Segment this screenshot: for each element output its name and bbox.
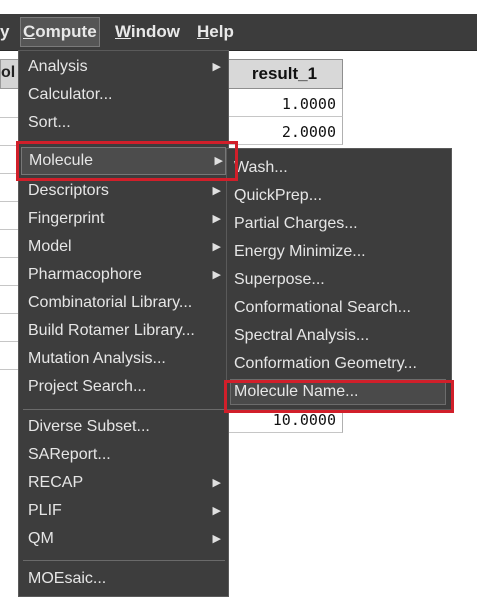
- menu-item-moesaic[interactable]: MOEsaic...: [28, 570, 223, 596]
- triangle-right-icon: ▶: [212, 477, 221, 489]
- triangle-right-icon: ▶: [212, 505, 221, 517]
- menu-help[interactable]: Help: [197, 22, 234, 42]
- menu-item-sareport[interactable]: SAReport...: [28, 446, 223, 472]
- triangle-right-icon: ▶: [212, 213, 221, 225]
- menu-item-descriptors[interactable]: Descriptors ▶: [28, 182, 223, 208]
- molecule-submenu: Wash... QuickPrep... Partial Charges... …: [226, 148, 452, 410]
- menu-separator: [23, 560, 225, 561]
- submenu-item-conformation-geometry[interactable]: Conformation Geometry...: [234, 355, 417, 373]
- menu-item-pharmacophore[interactable]: Pharmacophore ▶: [28, 266, 223, 292]
- menu-item-recap[interactable]: RECAP ▶: [28, 474, 223, 500]
- menu-item-label: Descriptors: [28, 182, 109, 199]
- submenu-item-partial-charges[interactable]: Partial Charges...: [234, 215, 358, 233]
- triangle-right-icon: ▶: [212, 241, 221, 253]
- column-header-result-1[interactable]: result_1: [226, 59, 343, 89]
- triangle-right-icon: ▶: [212, 533, 221, 545]
- window-title-strip: [0, 0, 477, 14]
- menu-item-label: QM: [28, 530, 54, 547]
- menu-item-combinatorial-library[interactable]: Combinatorial Library...: [28, 294, 223, 320]
- menu-item-label: Diverse Subset...: [28, 418, 150, 435]
- menu-item-sort[interactable]: Sort...: [28, 114, 223, 140]
- submenu-item-wash[interactable]: Wash...: [234, 159, 288, 177]
- menu-window[interactable]: Window: [115, 22, 180, 42]
- menu-item-fingerprint[interactable]: Fingerprint ▶: [28, 210, 223, 236]
- menu-item-label: Analysis: [28, 58, 88, 75]
- menu-item-label: PLIF: [28, 502, 62, 519]
- table-cell[interactable]: 1.0000: [226, 89, 343, 117]
- menu-item-label: Mutation Analysis...: [28, 350, 166, 367]
- triangle-right-icon: ▶: [212, 269, 221, 281]
- triangle-right-icon: ▶: [212, 185, 221, 197]
- triangle-right-icon: ▶: [212, 61, 221, 73]
- compute-menu: Analysis ▶ Calculator... Sort... Molecule…: [18, 50, 229, 597]
- menu-item-diverse-subset[interactable]: Diverse Subset...: [28, 418, 223, 444]
- menu-item-label: Calculator...: [28, 86, 113, 103]
- submenu-item-energy-minimize[interactable]: Energy Minimize...: [234, 243, 366, 261]
- menu-item-label: Sort...: [28, 114, 71, 131]
- menu-item-label: Fingerprint: [28, 210, 105, 227]
- menu-item-label: Project Search...: [28, 378, 147, 395]
- menu-item-label: RECAP: [28, 474, 84, 491]
- menu-item-label: MOEsaic...: [28, 570, 107, 587]
- menu-item-build-rotamer-library[interactable]: Build Rotamer Library...: [28, 322, 223, 348]
- menu-item-calculator[interactable]: Calculator...: [28, 86, 223, 112]
- menu-item-qm[interactable]: QM ▶: [28, 530, 223, 556]
- menu-separator: [23, 409, 225, 410]
- submenu-item-spectral-analysis[interactable]: Spectral Analysis...: [234, 327, 369, 345]
- menu-item-label: Combinatorial Library...: [28, 294, 193, 311]
- submenu-item-conformational-search[interactable]: Conformational Search...: [234, 299, 411, 317]
- highlight-box-molecule: [16, 141, 238, 181]
- menu-item-label: Pharmacophore: [28, 266, 142, 283]
- menu-item-label: Model: [28, 238, 72, 255]
- menu-item-plif[interactable]: PLIF ▶: [28, 502, 223, 528]
- menubar: y Compute Window Help: [0, 14, 477, 51]
- submenu-item-quickprep[interactable]: QuickPrep...: [234, 187, 322, 205]
- menu-item-label: Build Rotamer Library...: [28, 322, 195, 339]
- table-cell[interactable]: 2.0000: [226, 117, 343, 145]
- submenu-item-superpose[interactable]: Superpose...: [234, 271, 325, 289]
- highlight-box-molecule-name: [224, 380, 454, 413]
- menu-item-model[interactable]: Model ▶: [28, 238, 223, 264]
- menu-item-analysis[interactable]: Analysis ▶: [28, 58, 223, 84]
- menu-item-label: SAReport...: [28, 446, 111, 463]
- menu-item-y[interactable]: y: [0, 22, 9, 42]
- menu-item-project-search[interactable]: Project Search...: [28, 378, 223, 404]
- menu-compute[interactable]: Compute: [20, 17, 100, 47]
- menu-item-mutation-analysis[interactable]: Mutation Analysis...: [28, 350, 223, 376]
